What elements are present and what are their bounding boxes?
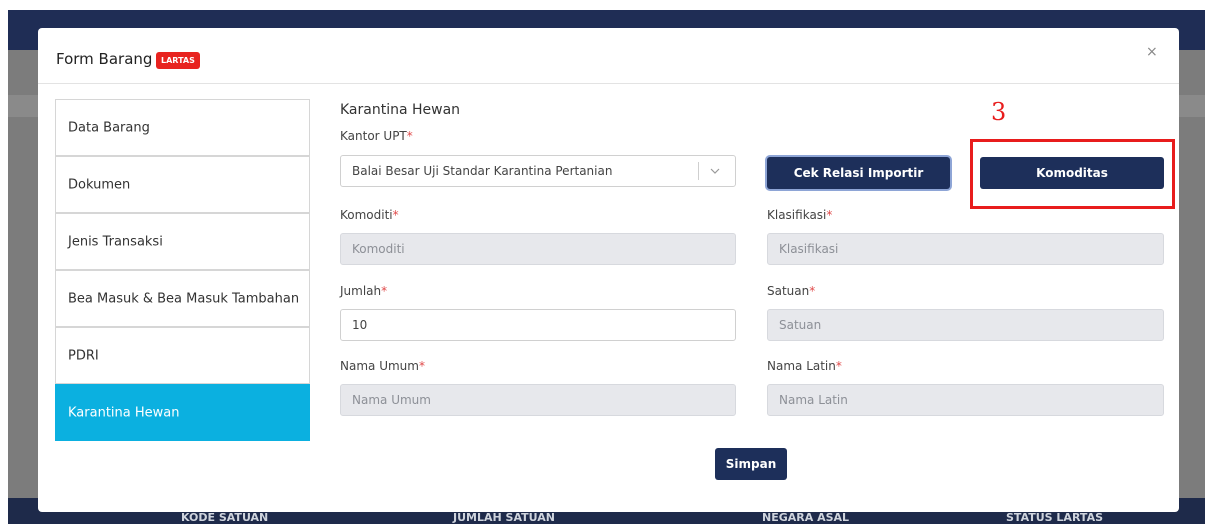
section-title: Karantina Hewan: [340, 102, 461, 118]
close-icon[interactable]: ×: [1146, 44, 1158, 60]
column-header-status-lartas: STATUS LARTAS: [1006, 511, 1104, 524]
jumlah-label: Jumlah*: [340, 284, 387, 298]
jumlah-label-text: Jumlah: [340, 284, 382, 298]
sidebar-item-label: PDRI: [68, 348, 99, 363]
required-mark: *: [826, 208, 833, 222]
cek-relasi-importir-button[interactable]: Cek Relasi Importir: [767, 157, 950, 189]
satuan-label: Satuan*: [767, 284, 815, 298]
nama-latin-label-text: Nama Latin: [767, 359, 836, 373]
jumlah-value: 10: [352, 318, 368, 332]
nama-umum-placeholder: Nama Umum: [352, 393, 431, 407]
modal-title: Form Barang: [56, 50, 153, 68]
chevron-down-icon[interactable]: [710, 156, 720, 199]
required-mark: *: [809, 284, 816, 298]
komoditi-placeholder: Komoditi: [352, 242, 405, 256]
required-mark: *: [381, 284, 388, 298]
sidebar-item-bea-masuk[interactable]: Bea Masuk & Bea Masuk Tambahan: [55, 270, 310, 327]
sidebar-item-label: Bea Masuk & Bea Masuk Tambahan: [68, 291, 300, 306]
sidebar-item-label: Karantina Hewan: [68, 405, 180, 420]
nama-umum-field[interactable]: Nama Umum: [340, 384, 736, 416]
klasifikasi-label: Klasifikasi*: [767, 208, 832, 222]
nama-latin-placeholder: Nama Latin: [779, 393, 848, 407]
select-separator: [698, 162, 699, 180]
modal-header: Form Barang LARTAS ×: [38, 28, 1179, 84]
nama-latin-label: Nama Latin*: [767, 359, 842, 373]
klasifikasi-label-text: Klasifikasi: [767, 208, 827, 222]
column-header-negara-asal: NEGARA ASAL: [762, 511, 850, 524]
simpan-button[interactable]: Simpan: [715, 448, 787, 480]
form-barang-modal: Form Barang LARTAS × Data Barang Dokumen…: [38, 28, 1179, 512]
top-strip: [0, 0, 1205, 10]
nama-umum-label-text: Nama Umum: [340, 359, 419, 373]
sidebar-item-label: Dokumen: [68, 177, 131, 192]
annotation-step-number: 3: [991, 98, 1007, 126]
required-mark: *: [392, 208, 399, 222]
annotation-highlight-box: [970, 139, 1175, 209]
sidebar-item-jenis-transaksi[interactable]: Jenis Transaksi: [55, 213, 310, 270]
nama-umum-label: Nama Umum*: [340, 359, 425, 373]
satuan-placeholder: Satuan: [779, 318, 822, 332]
lartas-badge: LARTAS: [156, 52, 200, 69]
klasifikasi-field[interactable]: Klasifikasi: [767, 233, 1164, 265]
komoditi-label: Komoditi*: [340, 208, 399, 222]
komoditi-label-text: Komoditi: [340, 208, 393, 222]
sidebar-item-data-barang[interactable]: Data Barang: [55, 99, 310, 156]
column-header-jumlah-satuan: JUMLAH SATUAN: [453, 511, 555, 524]
column-header-kode-satuan: KODE SATUAN: [181, 511, 269, 524]
required-mark: *: [406, 129, 413, 143]
sidebar-item-label: Jenis Transaksi: [68, 234, 163, 249]
required-mark: *: [835, 359, 842, 373]
sidebar-item-label: Data Barang: [68, 120, 150, 135]
sidebar-item-dokumen[interactable]: Dokumen: [55, 156, 310, 213]
satuan-field[interactable]: Satuan: [767, 309, 1164, 341]
jumlah-input[interactable]: 10: [340, 309, 736, 341]
komoditi-field[interactable]: Komoditi: [340, 233, 736, 265]
klasifikasi-placeholder: Klasifikasi: [779, 242, 839, 256]
kantor-upt-label: Kantor UPT*: [340, 129, 413, 143]
sidebar-item-karantina-hewan[interactable]: Karantina Hewan: [55, 384, 310, 441]
kantor-upt-label-text: Kantor UPT: [340, 129, 407, 143]
kantor-upt-select[interactable]: Balai Besar Uji Standar Karantina Pertan…: [340, 155, 736, 187]
sidebar-item-pdri[interactable]: PDRI: [55, 327, 310, 384]
nama-latin-field[interactable]: Nama Latin: [767, 384, 1164, 416]
satuan-label-text: Satuan: [767, 284, 810, 298]
required-mark: *: [418, 359, 425, 373]
kantor-upt-value: Balai Besar Uji Standar Karantina Pertan…: [352, 164, 613, 178]
